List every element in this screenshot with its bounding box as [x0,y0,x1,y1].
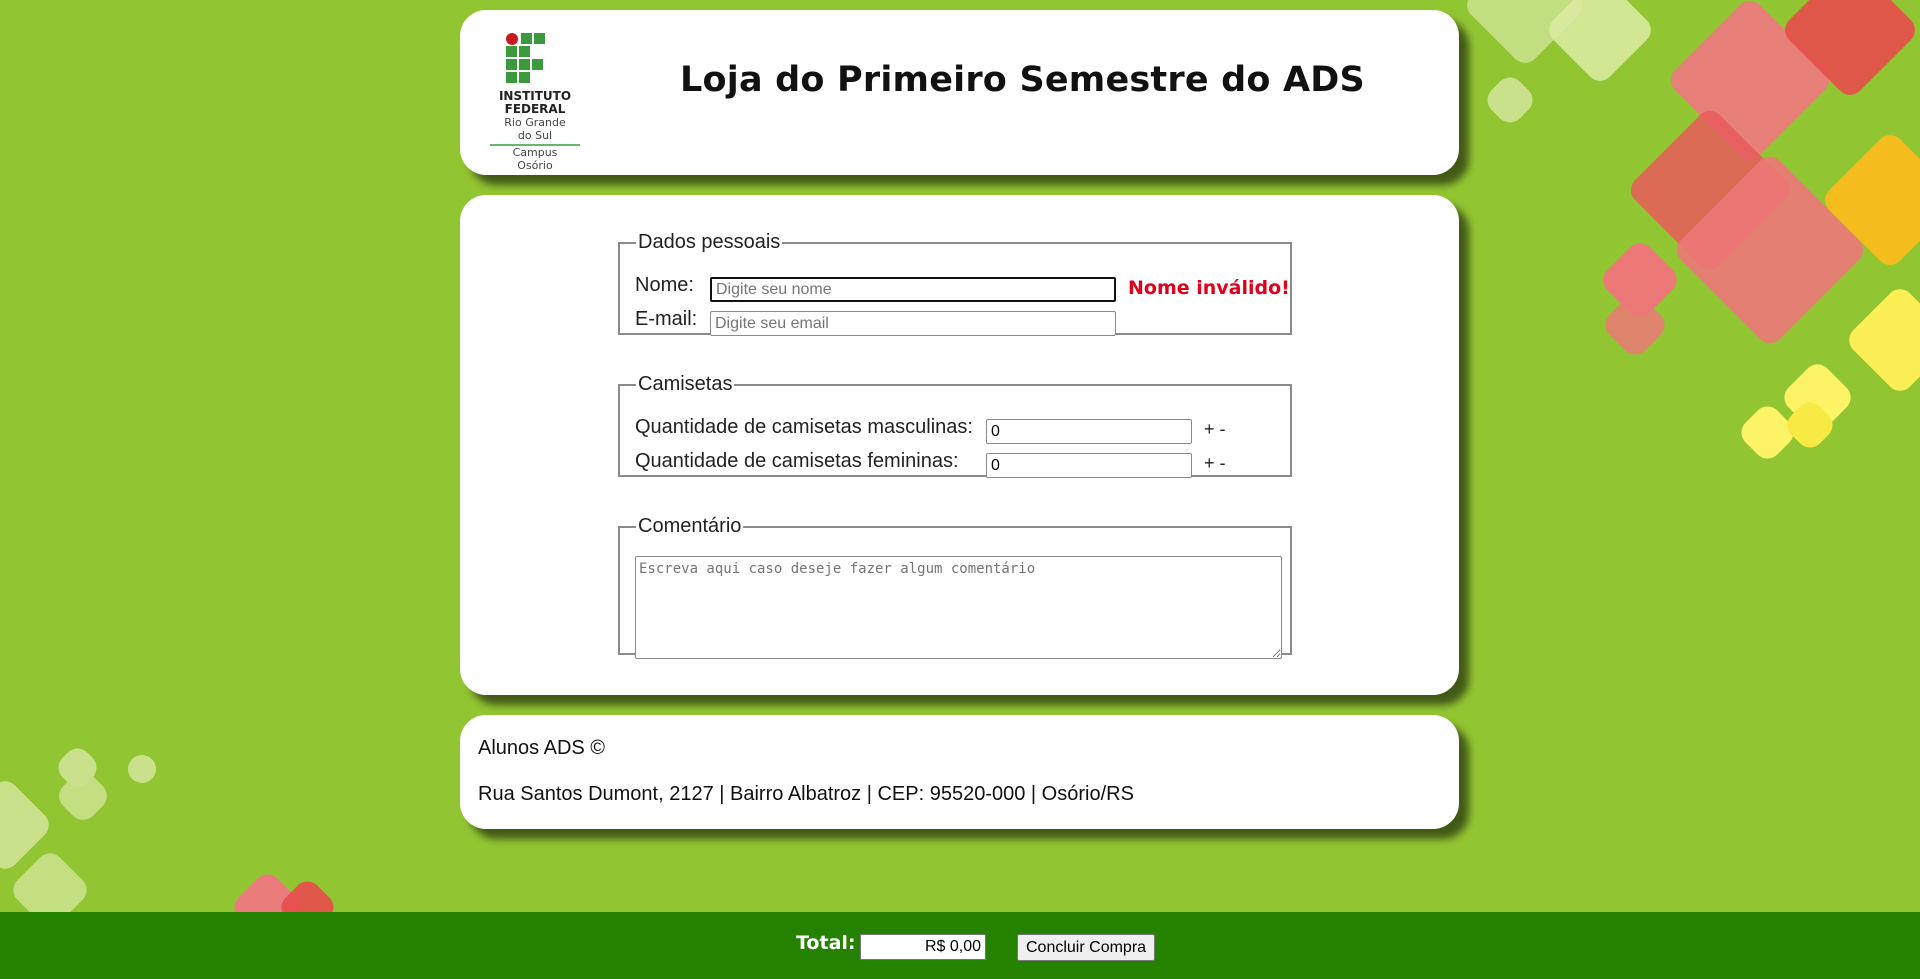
female-shirts-minus-button[interactable]: - [1220,453,1226,473]
personal-data-legend: Dados pessoais [638,231,781,253]
comment-textarea[interactable] [635,556,1282,659]
comment-legend: Comentário [638,515,742,537]
male-shirts-label: Quantidade de camisetas masculinas: [635,416,973,438]
personal-data-fieldset: Dados pessoais Nome: Nome inválido! E-ma… [618,231,1292,336]
male-shirts-plus-button[interactable]: + [1204,419,1215,439]
logo-text-osorio: Osório [517,159,553,172]
ifrs-logo: INSTITUTO FEDERAL Rio Grande do Sul Camp… [485,20,585,172]
email-input[interactable] [710,311,1116,336]
header-card: INSTITUTO FEDERAL Rio Grande do Sul Camp… [460,10,1459,175]
total-value-field [860,934,986,960]
total-label: Total: [796,932,856,954]
complete-purchase-button[interactable]: Concluir Compra [1017,934,1156,961]
page-title: Loja do Primeiro Semestre do ADS [680,60,1365,100]
female-shirts-label: Quantidade de camisetas femininas: [635,450,959,472]
email-label: E-mail: [635,308,698,330]
male-shirts-stepper: + - [1204,419,1226,440]
footer-credits: Alunos ADS © [478,737,606,759]
comment-fieldset: Comentário [618,515,1292,659]
shirts-fieldset: Camisetas Quantidade de camisetas mascul… [618,373,1292,478]
logo-text-do-sul: do Sul [517,129,553,142]
female-shirts-quantity-input[interactable] [986,453,1192,478]
name-input[interactable] [710,277,1116,302]
male-shirts-minus-button[interactable]: - [1220,419,1226,439]
checkout-bar: Total: Concluir Compra [0,912,1920,979]
footer-address: Rua Santos Dumont, 2127 | Bairro Albatro… [478,783,1134,805]
logo-text-federal: FEDERAL [504,102,566,116]
female-shirts-plus-button[interactable]: + [1204,453,1215,473]
logo-text-rio-grande: Rio Grande [504,116,566,129]
form-card: Dados pessoais Nome: Nome inválido! E-ma… [460,195,1459,695]
name-label: Nome: [635,274,694,296]
shirts-legend: Camisetas [638,373,733,395]
name-error-message: Nome inválido! [1128,277,1290,299]
male-shirts-quantity-input[interactable] [986,419,1192,444]
logo-text-campus: Campus [512,146,558,159]
female-shirts-stepper: + - [1204,453,1226,474]
footer-card: Alunos ADS © Rua Santos Dumont, 2127 | B… [460,715,1459,829]
